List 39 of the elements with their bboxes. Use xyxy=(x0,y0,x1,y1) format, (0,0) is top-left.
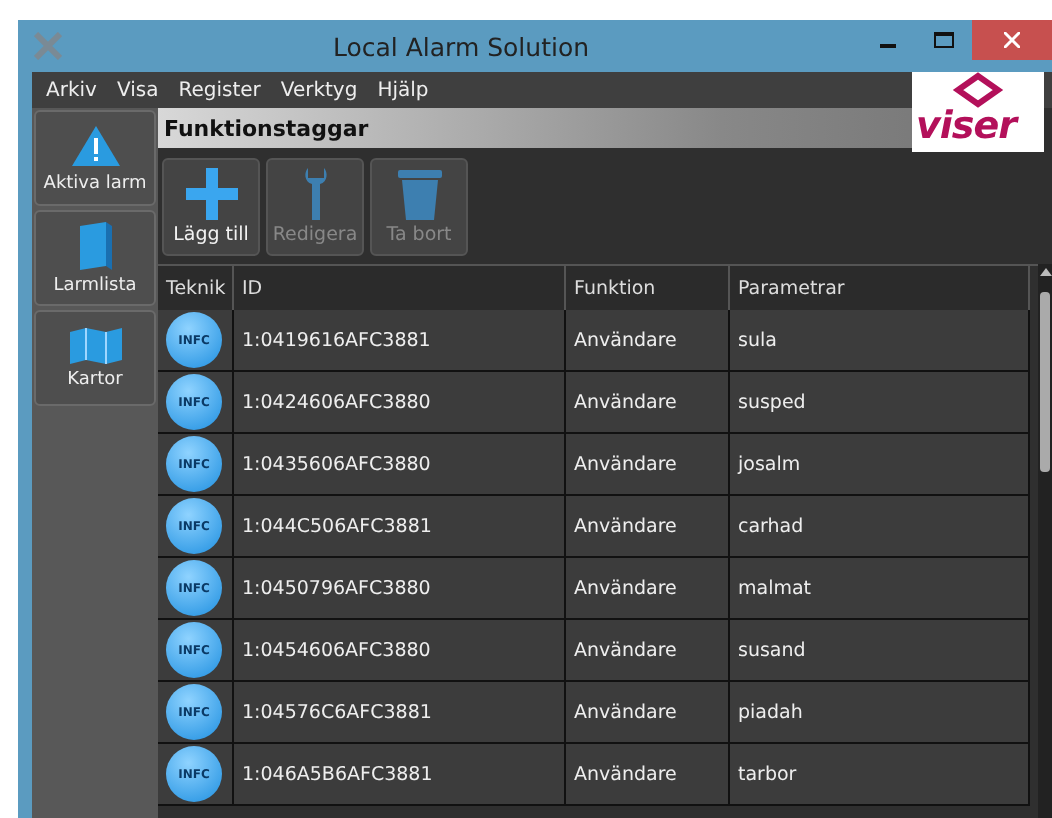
table-cell: piadah xyxy=(730,682,1030,744)
sidebar-item[interactable]: Kartor xyxy=(34,310,156,406)
menu-item[interactable]: Register xyxy=(168,79,271,101)
logo: viser xyxy=(912,72,1044,152)
table-cell: Användare xyxy=(566,682,730,744)
table-cell: sula xyxy=(730,310,1030,372)
table-cell: josalm xyxy=(730,434,1030,496)
table-cell: 1:044C506AFC3881 xyxy=(234,496,566,558)
sidebar-item[interactable]: Larmlista xyxy=(34,210,156,306)
table-cell: Användare xyxy=(566,434,730,496)
table-cell: Användare xyxy=(566,620,730,682)
table-cell: 1:0454606AFC3880 xyxy=(234,620,566,682)
table-cell: 1:046A5B6AFC3881 xyxy=(234,744,566,806)
table-cell: tarbor xyxy=(730,744,1030,806)
table-cell: Användare xyxy=(566,496,730,558)
table-cell: 1:0435606AFC3880 xyxy=(234,434,566,496)
column-header[interactable]: Teknik xyxy=(158,266,234,312)
menu-item[interactable]: Arkiv xyxy=(36,79,107,101)
column-header[interactable]: Funktion xyxy=(566,266,730,312)
window-title: Local Alarm Solution xyxy=(330,31,592,61)
menu-item[interactable]: Hjälp xyxy=(367,79,439,101)
column-header[interactable]: ID xyxy=(234,266,566,312)
sidebar-item[interactable]: Aktiva larm xyxy=(34,110,156,206)
table-cell: Användare xyxy=(566,744,730,806)
toolbar-button[interactable]: Lägg till xyxy=(162,157,260,255)
table-cell: 1:0450796AFC3880 xyxy=(234,558,566,620)
table-cell: susped xyxy=(730,372,1030,434)
table-cell: 1:0424606AFC3880 xyxy=(234,372,566,434)
table-cell: Användare xyxy=(566,310,730,372)
table-cell: carhad xyxy=(730,496,1030,558)
table-cell: 1:0419616AFC3881 xyxy=(234,310,566,372)
table-cell: Användare xyxy=(566,558,730,620)
table-cell: susand xyxy=(730,620,1030,682)
menu-item[interactable]: Verktyg xyxy=(270,79,368,101)
column-header[interactable]: Parametrar xyxy=(730,266,1030,312)
table-cell: 1:04576C6AFC3881 xyxy=(234,682,566,744)
table-cell: malmat xyxy=(730,558,1030,620)
menu-item[interactable]: Visa xyxy=(106,79,169,101)
table-cell: Användare xyxy=(566,372,730,434)
